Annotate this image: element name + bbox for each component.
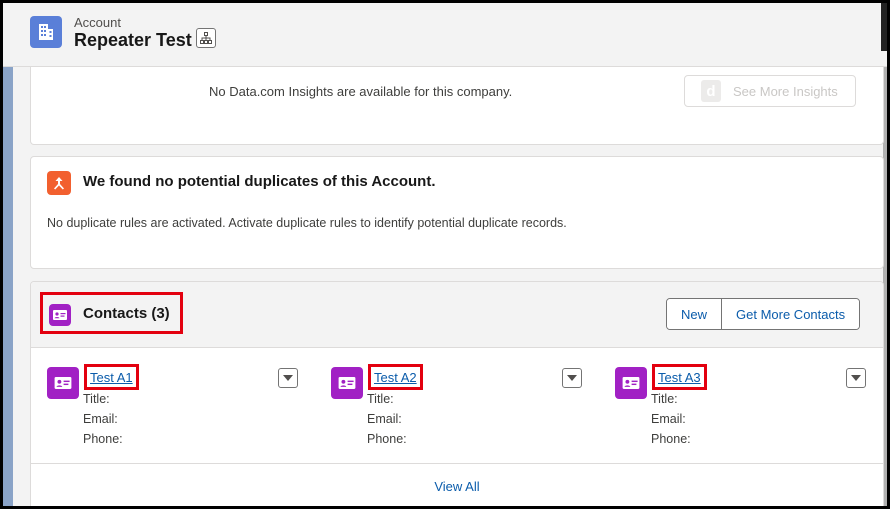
duplicates-message: No duplicate rules are activated. Activa… [47,216,567,230]
contact-phone-label: Phone: [83,432,123,446]
contacts-related-list: Contacts (3) New Get More Contacts Test … [30,281,884,506]
contacts-actions: New Get More Contacts [666,298,861,330]
contact-title-label: Title: [83,392,110,406]
highlight-box: Test A2 [368,364,423,390]
merge-icon [47,171,71,195]
contact-name-link[interactable]: Test A1 [90,370,133,385]
contact-email-label: Email: [651,412,686,426]
contact-card-icon [331,367,363,399]
highlight-box: Test A1 [84,364,139,390]
contact-email-label: Email: [83,412,118,426]
contacts-title[interactable]: Contacts (3) [83,305,170,322]
view-all-link[interactable]: View All [434,479,479,506]
insights-card: No Data.com Insights are available for t… [30,67,884,145]
highlight-box: Test A3 [652,364,707,390]
contact-title-label: Title: [651,392,678,406]
contact-card-icon [615,367,647,399]
object-label: Account [74,15,121,30]
insights-message: No Data.com Insights are available for t… [209,84,513,99]
get-more-contacts-button[interactable]: Get More Contacts [721,299,860,329]
account-building-icon [30,16,62,48]
contact-tile: Test A1 Title: Email: Phone: [47,364,317,454]
view-all-footer: View All [31,463,883,506]
left-panel-edge [3,67,13,506]
hierarchy-icon [200,32,212,44]
app-frame: Account Repeater Test No Data.com Insigh… [3,3,887,506]
record-title: Repeater Test [74,30,192,50]
contact-card-icon [47,367,79,399]
contact-email-label: Email: [367,412,402,426]
record-header: Account Repeater Test [3,3,887,67]
new-contact-button[interactable]: New [667,299,722,329]
contact-phone-label: Phone: [651,432,691,446]
contact-name-link[interactable]: Test A2 [374,370,417,385]
contact-name-link[interactable]: Test A3 [658,370,701,385]
view-hierarchy-button[interactable] [196,28,216,48]
duplicates-card: We found no potential duplicates of this… [30,156,884,269]
contact-card-icon [49,304,71,326]
contact-tile: Test A2 Title: Email: Phone: [331,364,601,454]
window-scrollbar[interactable] [881,3,887,51]
row-actions-button[interactable] [846,368,866,388]
chevron-down-icon [567,375,577,381]
chevron-down-icon [851,375,861,381]
datacom-logo-icon: d [701,80,721,102]
chevron-down-icon [283,375,293,381]
see-more-insights-button[interactable]: d See More Insights [684,75,856,107]
contact-title-label: Title: [367,392,394,406]
row-actions-button[interactable] [562,368,582,388]
row-actions-button[interactable] [278,368,298,388]
see-more-insights-label: See More Insights [733,83,838,99]
duplicates-title: We found no potential duplicates of this… [83,173,436,190]
contact-phone-label: Phone: [367,432,407,446]
contacts-header: Contacts (3) New Get More Contacts [31,282,883,348]
contact-tile: Test A3 Title: Email: Phone: [615,364,885,454]
